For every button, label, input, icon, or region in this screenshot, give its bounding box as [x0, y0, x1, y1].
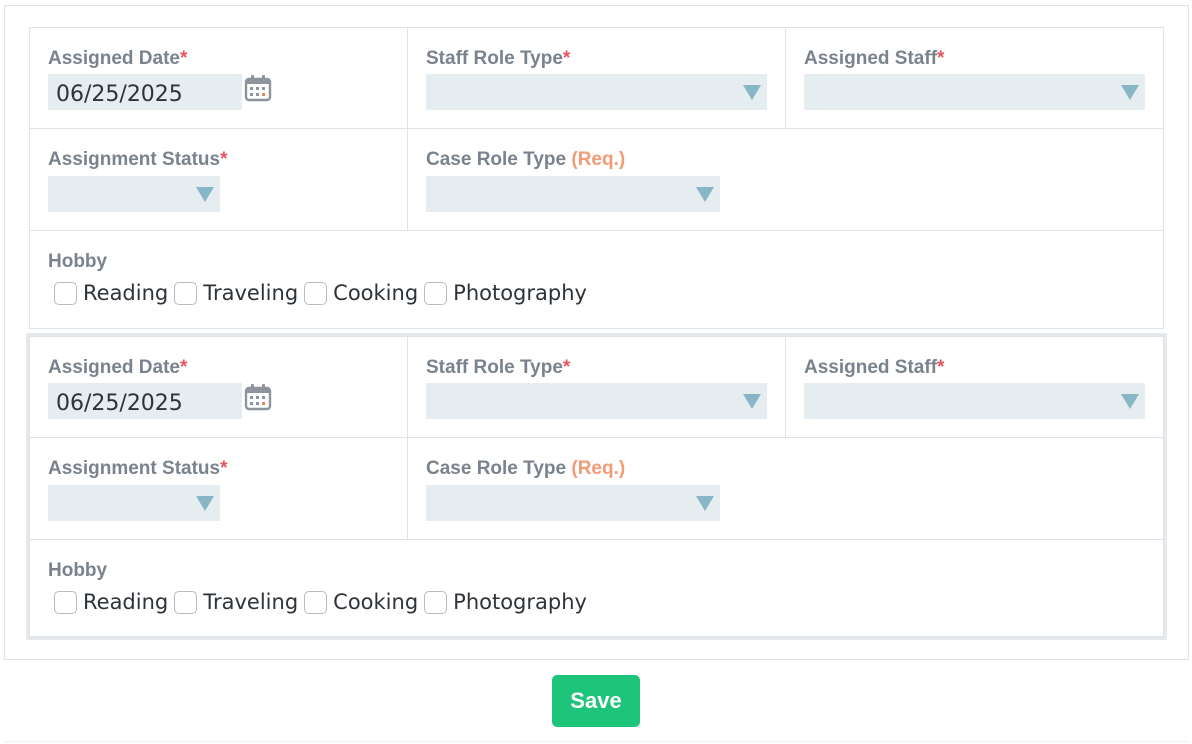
caret-down-icon [196, 187, 214, 202]
hobby-checkbox-group: Reading Traveling Cooking Photography [54, 281, 593, 305]
required-text: (Req.) [571, 458, 626, 479]
case-role-type-label: Case Role Type (Req.) [426, 458, 626, 479]
save-button[interactable]: Save [552, 675, 640, 727]
hobby-checkbox-group: Reading Traveling Cooking Photography [54, 590, 593, 614]
assigned-date-label: Assigned Date* [48, 357, 188, 378]
staff-role-type-cell: Staff Role Type* [408, 337, 786, 437]
caret-down-icon [1121, 85, 1139, 100]
assigned-staff-label: Assigned Staff* [804, 357, 945, 378]
staff-role-type-select[interactable] [426, 74, 767, 110]
form-row-3: Hobby Reading Traveling Cooking Photogra… [30, 540, 1163, 638]
hobby-option-photography[interactable]: Photography [424, 281, 587, 305]
hobby-cell: Hobby Reading Traveling Cooking Photogra… [30, 231, 1163, 329]
hobby-option-traveling[interactable]: Traveling [174, 590, 298, 614]
checkbox-label: Cooking [333, 281, 419, 305]
caret-down-icon [196, 496, 214, 511]
checkbox-label: Reading [83, 590, 169, 614]
hobby-label: Hobby [48, 560, 108, 581]
checkbox[interactable] [54, 590, 77, 614]
staff-role-type-label: Staff Role Type* [426, 48, 571, 69]
case-role-type-select[interactable] [426, 176, 720, 212]
form-row-2: Assignment Status* Case Role Type (Req.) [30, 129, 1163, 231]
checkbox-label: Traveling [203, 590, 299, 614]
checkbox[interactable] [304, 281, 328, 305]
assigned-date-cell: Assigned Date* 06/25/2025 [30, 337, 408, 437]
staff-role-type-cell: Staff Role Type* [408, 28, 786, 128]
hobby-option-reading[interactable]: Reading [54, 281, 168, 305]
checkbox[interactable] [424, 281, 448, 305]
assignment-form-2: Assigned Date* 06/25/2025 Staff Role Typ… [26, 333, 1167, 640]
assignment-status-select[interactable] [48, 485, 220, 521]
checkbox[interactable] [424, 590, 448, 614]
staff-role-type-label: Staff Role Type* [426, 357, 571, 378]
caret-down-icon [743, 85, 761, 100]
required-marker: * [562, 48, 571, 69]
required-marker: * [179, 48, 188, 69]
caret-down-icon [743, 394, 761, 409]
calendar-icon[interactable] [244, 383, 272, 411]
assigned-staff-select[interactable] [804, 74, 1145, 110]
assignment-status-label: Assignment Status* [48, 149, 228, 170]
assigned-date-cell: Assigned Date* 06/25/2025 [30, 28, 408, 128]
staff-role-type-select[interactable] [426, 383, 767, 419]
checkbox[interactable] [174, 281, 198, 305]
assigned-staff-label: Assigned Staff* [804, 48, 945, 69]
required-marker: * [937, 357, 945, 378]
form-row-3: Hobby Reading Traveling Cooking Photogra… [30, 231, 1163, 329]
form-row-2: Assignment Status* Case Role Type (Req.) [30, 438, 1163, 540]
case-role-type-cell: Case Role Type (Req.) [408, 129, 786, 230]
hobby-label: Hobby [48, 251, 108, 272]
checkbox-label: Cooking [333, 590, 419, 614]
required-marker: * [562, 357, 571, 378]
checkbox[interactable] [174, 590, 198, 614]
assignment-status-select[interactable] [48, 176, 220, 212]
caret-down-icon [696, 496, 714, 511]
required-marker: * [179, 357, 188, 378]
required-marker: * [937, 48, 945, 69]
checkbox-label: Reading [83, 281, 169, 305]
checkbox[interactable] [54, 281, 77, 305]
assigned-date-input[interactable]: 06/25/2025 [48, 383, 242, 419]
caret-down-icon [1121, 394, 1139, 409]
case-role-type-cell: Case Role Type (Req.) [408, 438, 786, 539]
hobby-option-photography[interactable]: Photography [424, 590, 587, 614]
assignment-status-label: Assignment Status* [48, 458, 228, 479]
required-text: (Req.) [571, 149, 626, 170]
checkbox[interactable] [304, 590, 328, 614]
calendar-icon[interactable] [244, 74, 272, 102]
hobby-option-traveling[interactable]: Traveling [174, 281, 298, 305]
checkbox-label: Traveling [203, 281, 299, 305]
checkbox-label: Photography [453, 590, 587, 614]
checkbox-label: Photography [453, 281, 587, 305]
assignment-status-cell: Assignment Status* [30, 129, 408, 230]
assigned-date-input[interactable]: 06/25/2025 [48, 74, 242, 110]
assignment-status-cell: Assignment Status* [30, 438, 408, 539]
case-role-type-select[interactable] [426, 485, 720, 521]
required-marker: * [220, 149, 228, 170]
assignment-form-1: Assigned Date* 06/25/2025 Staff Role Typ… [29, 27, 1164, 329]
assigned-date-label: Assigned Date* [48, 48, 188, 69]
required-marker: * [220, 458, 228, 479]
form-row-1: Assigned Date* 06/25/2025 Staff Role Typ… [30, 337, 1163, 438]
case-role-type-label: Case Role Type (Req.) [426, 149, 626, 170]
hobby-cell: Hobby Reading Traveling Cooking Photogra… [30, 540, 1163, 638]
form-row-1: Assigned Date* 06/25/2025 Staff Role Typ… [30, 28, 1163, 129]
assigned-staff-cell: Assigned Staff* [786, 337, 1165, 437]
hobby-option-reading[interactable]: Reading [54, 590, 168, 614]
hobby-option-cooking[interactable]: Cooking [304, 590, 418, 614]
form-footer: Save [4, 660, 1189, 742]
assigned-staff-select[interactable] [804, 383, 1145, 419]
hobby-option-cooking[interactable]: Cooking [304, 281, 418, 305]
caret-down-icon [696, 187, 714, 202]
assigned-staff-cell: Assigned Staff* [786, 28, 1165, 128]
